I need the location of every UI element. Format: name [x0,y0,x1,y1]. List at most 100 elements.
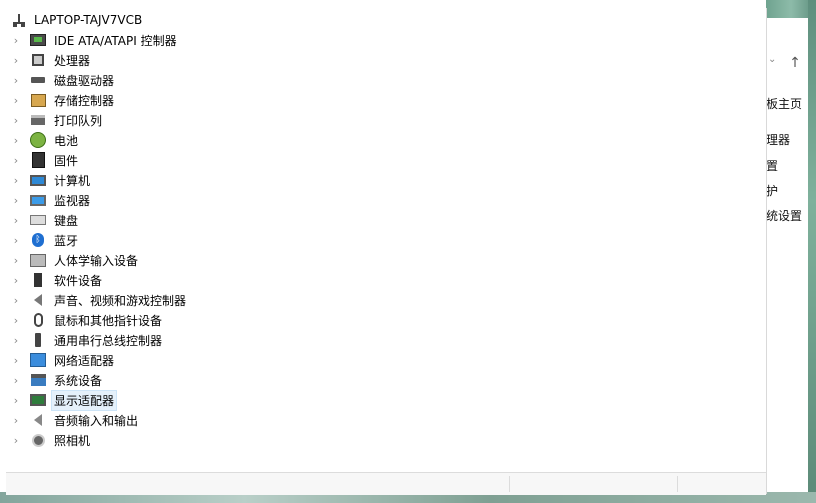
ide-controller-icon [30,32,46,48]
tree-item-label: 显示适配器 [50,389,118,411]
tree-item-computer[interactable]: › 计算机 [6,170,766,190]
tree-item-mouse[interactable]: › 鼠标和其他指针设备 [6,310,766,330]
bg-link-manager[interactable]: 理器 [766,131,790,148]
tree-item-hid[interactable]: › 人体学输入设备 [6,250,766,270]
expand-chevron-icon[interactable]: › [11,94,21,107]
tree-item-firmware[interactable]: › 固件 [6,150,766,170]
expand-chevron-icon[interactable]: › [11,214,21,227]
tree-item-label: 电池 [54,133,79,148]
tree-item-keyboard[interactable]: › 键盘 [6,210,766,230]
tree-item-label: 软件设备 [54,273,103,288]
tree-item-label: 键盘 [54,213,79,228]
tree-item-label: 计算机 [54,173,91,188]
tree-item-processor[interactable]: › 处理器 [6,50,766,70]
tree-item-monitor[interactable]: › 监视器 [6,190,766,210]
software-device-icon [30,272,46,288]
disk-drive-icon [30,72,46,88]
tree-item-camera[interactable]: › 照相机 [6,430,766,450]
tree-item-label: 通用串行总线控制器 [54,333,163,348]
sound-icon [30,292,46,308]
expand-chevron-icon[interactable]: › [11,434,21,447]
tree-item-audio-io[interactable]: › 音频输入和输出 [6,410,766,430]
tree-item-label: 蓝牙 [54,233,79,248]
expand-chevron-icon[interactable]: › [11,414,21,427]
tree-root[interactable]: LAPTOP-TAJV7VCB [12,11,144,29]
tree-item-usb[interactable]: › 通用串行总线控制器 [6,330,766,350]
display-adapter-icon [30,392,46,408]
tree-item-label: 系统设备 [54,373,103,388]
expand-chevron-icon[interactable]: › [11,194,21,207]
monitor-icon [30,192,46,208]
expand-chevron-icon[interactable]: › [11,154,21,167]
network-root-icon [12,13,26,27]
processor-icon [30,52,46,68]
expand-chevron-icon[interactable]: › [11,74,21,87]
tree-item-system[interactable]: › 系统设备 [6,370,766,390]
expand-chevron-icon[interactable]: › [11,34,21,47]
tree-item-disk[interactable]: › 磁盘驱动器 [6,70,766,90]
tree-item-label: 声音、视频和游戏控制器 [54,293,187,308]
tree-item-network[interactable]: › 网络适配器 [6,350,766,370]
tree-item-software[interactable]: › 软件设备 [6,270,766,290]
tree-item-label: 网络适配器 [54,353,115,368]
computer-icon [30,172,46,188]
tree-item-label: 人体学输入设备 [54,253,139,268]
bg-link-home[interactable]: 板主页 [766,95,802,112]
tree-item-sound[interactable]: › 声音、视频和游戏控制器 [6,290,766,310]
bg-link-settings[interactable]: 置 [766,157,778,174]
expand-chevron-icon[interactable]: › [11,274,21,287]
usb-icon [30,332,46,348]
device-manager-window: LAPTOP-TAJV7VCB › IDE ATA/ATAPI 控制器 › 处理… [6,8,767,495]
tree-item-display-adapter[interactable]: › 显示适配器 [6,389,766,411]
status-divider [677,476,678,492]
expand-chevron-icon[interactable]: › [11,114,21,127]
bluetooth-icon: ᛒ [30,232,46,248]
audio-io-icon [30,412,46,428]
camera-icon [30,432,46,448]
tree-item-label: IDE ATA/ATAPI 控制器 [54,33,177,48]
expand-chevron-icon[interactable]: › [11,134,21,147]
tree-item-label: 监视器 [54,193,91,208]
tree-item-label: 固件 [54,153,79,168]
computer-name: LAPTOP-TAJV7VCB [34,13,143,27]
tree-item-label: 磁盘驱动器 [54,73,115,88]
expand-chevron-icon[interactable]: › [11,334,21,347]
expand-chevron-icon[interactable]: › [11,374,21,387]
network-adapter-icon [30,352,46,368]
tree-item-label: 音频输入和输出 [54,413,139,428]
tree-item-label: 照相机 [54,433,91,448]
tree-item-label: 处理器 [54,53,91,68]
mouse-icon [30,312,46,328]
status-divider [509,476,510,492]
expand-chevron-icon[interactable]: › [11,354,21,367]
expand-chevron-icon[interactable]: › [11,174,21,187]
keyboard-icon [30,212,46,228]
tree-item-storage[interactable]: › 存储控制器 [6,90,766,110]
up-arrow-icon[interactable]: ↑ [786,54,804,72]
tree-item-label: 存储控制器 [54,93,115,108]
expand-chevron-icon[interactable]: › [11,54,21,67]
firmware-icon [30,152,46,168]
system-device-icon [30,372,46,388]
status-bar [6,472,766,495]
dropdown-chevron-icon[interactable]: ⌄ [768,54,776,65]
desktop-background-edge [808,0,816,503]
bg-link-system-settings[interactable]: 统设置 [766,207,802,224]
tree-item-label: 鼠标和其他指针设备 [54,313,163,328]
printer-icon [30,112,46,128]
hid-icon [30,252,46,268]
bg-link-protection[interactable]: 护 [766,182,778,199]
storage-controller-icon [30,92,46,108]
tree-item-printer[interactable]: › 打印队列 [6,110,766,130]
tree-item-bluetooth[interactable]: › ᛒ 蓝牙 [6,230,766,250]
expand-chevron-icon[interactable]: › [11,314,21,327]
tree-item-ide[interactable]: › IDE ATA/ATAPI 控制器 [6,30,766,50]
battery-icon [30,132,46,148]
expand-chevron-icon[interactable]: › [11,394,21,407]
expand-chevron-icon[interactable]: › [11,294,21,307]
tree-item-battery[interactable]: › 电池 [6,130,766,150]
tree-item-label: 打印队列 [54,113,103,128]
device-tree: › IDE ATA/ATAPI 控制器 › 处理器 › 磁盘驱动器 › 存储控制… [6,30,766,450]
expand-chevron-icon[interactable]: › [11,254,21,267]
expand-chevron-icon[interactable]: › [11,234,21,247]
